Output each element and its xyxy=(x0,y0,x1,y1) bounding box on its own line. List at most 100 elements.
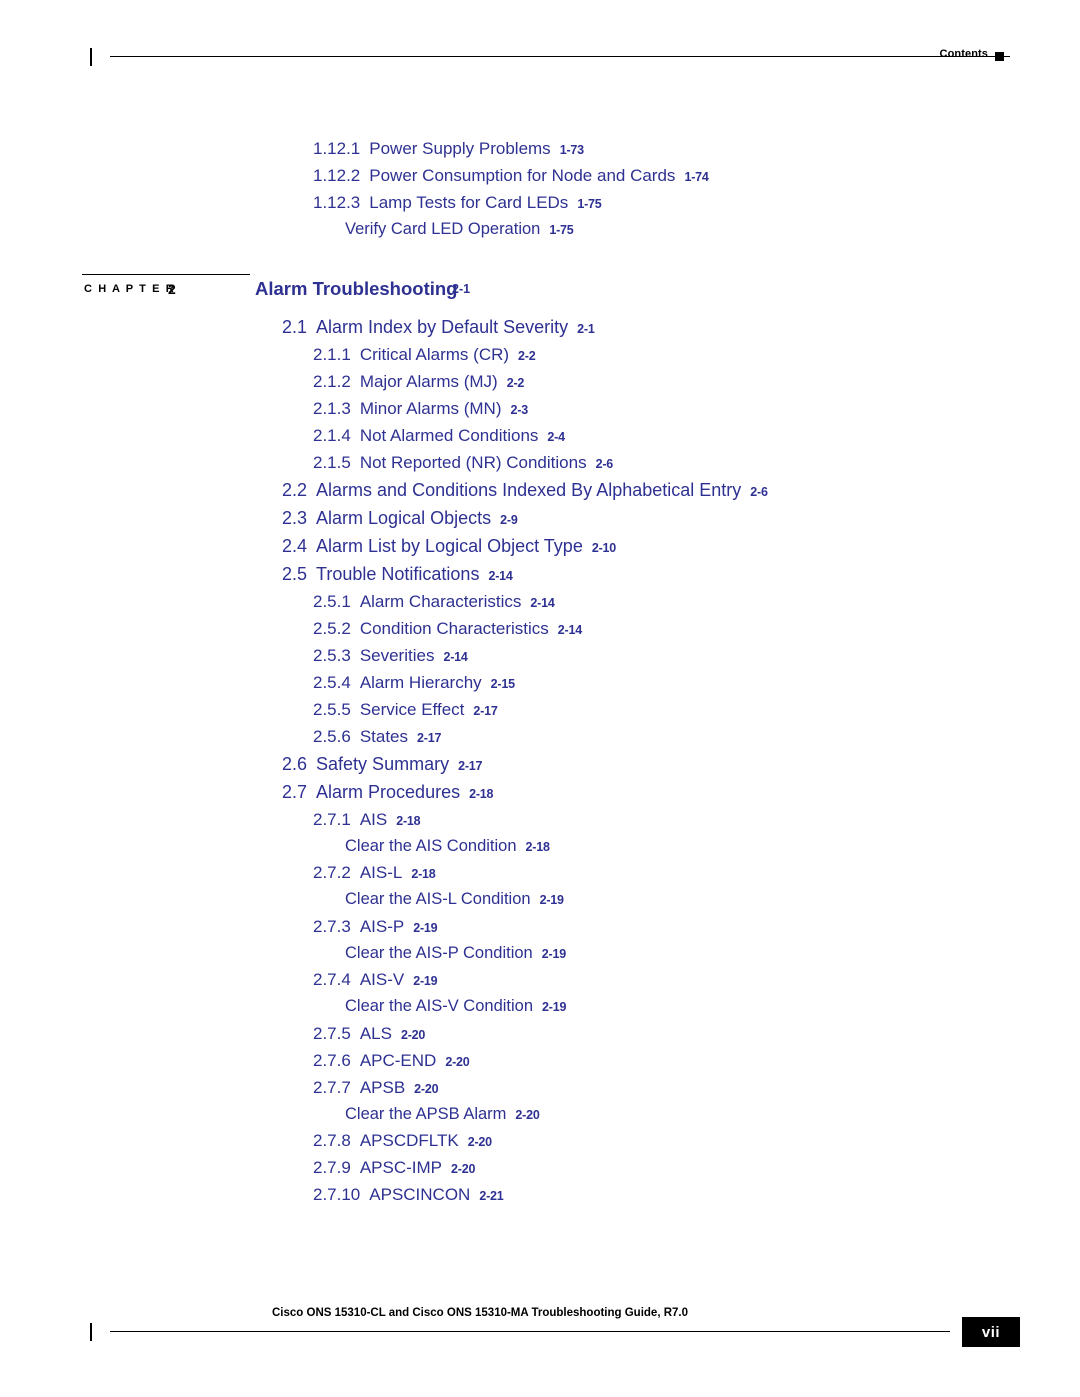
toc-entry[interactable]: 2.7.4 AIS-V 2-19 xyxy=(0,971,1080,988)
toc-entry[interactable]: 2.7.8 APSCDFLTK 2-20 xyxy=(0,1132,1080,1149)
toc-entry[interactable]: 2.1.4 Not Alarmed Conditions 2-4 xyxy=(0,427,1080,444)
toc-entry-title[interactable]: Not Alarmed Conditions xyxy=(360,426,539,445)
toc-entry-title[interactable]: States xyxy=(360,727,408,746)
toc-entry-page: 2-20 xyxy=(445,1054,470,1069)
toc-entry[interactable]: 2.7.9 APSC-IMP 2-20 xyxy=(0,1159,1080,1176)
toc-entry[interactable]: 2.7.2 AIS-L 2-18 xyxy=(0,864,1080,881)
toc-entry-title[interactable]: AIS xyxy=(360,810,387,829)
toc-entry-number: 2.5.4 xyxy=(313,672,351,692)
toc-entry[interactable]: 1.12.3 Lamp Tests for Card LEDs 1-75 xyxy=(0,194,1080,211)
footer-document-title: Cisco ONS 15310-CL and Cisco ONS 15310-M… xyxy=(271,1307,689,1319)
toc-entry-title[interactable]: Minor Alarms (MN) xyxy=(360,399,502,418)
toc-entry[interactable]: 2.7.6 APC-END 2-20 xyxy=(0,1052,1080,1069)
toc-entry-title[interactable]: AIS-L xyxy=(360,863,403,882)
toc-entry-number: 2.1.2 xyxy=(313,371,351,391)
footer-page-number: vii xyxy=(962,1317,1020,1347)
toc-entry[interactable]: 2.1.2 Major Alarms (MJ) 2-2 xyxy=(0,373,1080,390)
toc-entry-title[interactable]: Safety Summary xyxy=(316,754,449,774)
toc-entry[interactable]: 2.3 Alarm Logical Objects 2-9 xyxy=(0,509,1080,527)
toc-entry-title[interactable]: Alarm Logical Objects xyxy=(316,508,491,528)
toc-entry[interactable]: Clear the AIS-L Condition 2-19 xyxy=(0,891,1080,908)
toc-entry-title[interactable]: Clear the AIS-P Condition xyxy=(345,944,533,962)
chapter-title-link[interactable]: Alarm Troubleshooting xyxy=(255,278,457,300)
toc-entry[interactable]: 2.6 Safety Summary 2-17 xyxy=(0,755,1080,773)
toc-entry-title[interactable]: Severities xyxy=(360,646,435,665)
toc-entry[interactable]: 1.12.1 Power Supply Problems 1-73 xyxy=(0,140,1080,157)
table-of-contents: 1.12.1 Power Supply Problems 1-73 1.12.2 Pow… xyxy=(0,140,1080,1213)
toc-entry-title[interactable]: AIS-V xyxy=(360,970,404,989)
toc-entry[interactable]: Clear the APSB Alarm 2-20 xyxy=(0,1105,1080,1123)
toc-entry-number: 2.3 xyxy=(282,507,308,528)
toc-entry[interactable]: 2.7.3 AIS-P 2-19 xyxy=(0,918,1080,935)
toc-entry-title[interactable]: Verify Card LED Operation xyxy=(345,220,540,238)
toc-entry-title[interactable]: Alarm Hierarchy xyxy=(360,673,482,692)
toc-entry[interactable]: Clear the AIS-P Condition 2-19 xyxy=(0,944,1080,962)
toc-entry[interactable]: 1.12.2 Power Consumption for Node and Car… xyxy=(0,167,1080,184)
toc-entries-chapter-2: 2.1 Alarm Index by Default Severity 2-1 2.1… xyxy=(0,318,1080,1204)
toc-entry[interactable]: 2.5.1 Alarm Characteristics 2-14 xyxy=(0,593,1080,610)
toc-entry-title[interactable]: APSCINCON xyxy=(369,1185,470,1204)
toc-entry-title[interactable]: Lamp Tests for Card LEDs xyxy=(369,193,568,212)
toc-entry-title[interactable]: Clear the APSB Alarm xyxy=(345,1105,506,1123)
toc-entry-title[interactable]: Power Consumption for Node and Cards xyxy=(369,166,675,185)
toc-entry[interactable]: 2.7 Alarm Procedures 2-18 xyxy=(0,783,1080,801)
toc-entry-title[interactable]: Clear the AIS-V Condition xyxy=(345,997,533,1015)
toc-entry-title[interactable]: Service Effect xyxy=(360,700,465,719)
toc-entry[interactable]: 2.2 Alarms and Conditions Indexed By Alph… xyxy=(0,481,1080,499)
toc-entry-number: 2.7.3 xyxy=(313,916,351,936)
toc-entry-title[interactable]: Condition Characteristics xyxy=(360,619,549,638)
toc-entry[interactable]: 2.1.1 Critical Alarms (CR) 2-2 xyxy=(0,346,1080,363)
toc-entry-number: 2.5.6 xyxy=(313,726,351,746)
toc-entry[interactable]: Clear the AIS-V Condition 2-19 xyxy=(0,998,1080,1015)
toc-entry[interactable]: 2.5.6 States 2-17 xyxy=(0,728,1080,745)
toc-entry-page: 2-18 xyxy=(411,867,436,881)
toc-entry-title[interactable]: Clear the AIS Condition xyxy=(345,837,517,855)
toc-entry[interactable]: 2.1.5 Not Reported (NR) Conditions 2-6 xyxy=(0,454,1080,471)
toc-entry[interactable]: 2.7.7 APSB 2-20 xyxy=(0,1079,1080,1096)
toc-entry[interactable]: 2.7.10 APSCINCON 2-21 xyxy=(0,1186,1080,1203)
toc-entry-title[interactable]: Alarm List by Logical Object Type xyxy=(316,536,583,556)
toc-entry-title[interactable]: Trouble Notifications xyxy=(316,564,479,584)
toc-entry-title[interactable]: AIS-P xyxy=(360,917,404,936)
toc-entry[interactable]: 2.5.2 Condition Characteristics 2-14 xyxy=(0,620,1080,637)
toc-entry-title[interactable]: APSC-IMP xyxy=(360,1158,442,1177)
toc-entry[interactable]: 2.4 Alarm List by Logical Object Type 2-10 xyxy=(0,537,1080,555)
toc-entry-page: 2-14 xyxy=(488,568,513,583)
toc-entry-number: 2.1.5 xyxy=(313,452,351,472)
toc-entry-page: 2-18 xyxy=(469,786,494,801)
toc-entry[interactable]: 2.5 Trouble Notifications 2-14 xyxy=(0,565,1080,583)
toc-entry-title[interactable]: APC-END xyxy=(360,1051,437,1070)
toc-entry-number: 2.4 xyxy=(282,535,308,556)
toc-entry-title[interactable]: Alarm Characteristics xyxy=(360,592,522,611)
toc-entry-title[interactable]: Not Reported (NR) Conditions xyxy=(360,453,587,472)
header-square-bullet-icon xyxy=(995,52,1004,61)
toc-entry-number: 2.5.3 xyxy=(313,645,351,665)
toc-entry-title[interactable]: Critical Alarms (CR) xyxy=(360,345,509,364)
toc-entry[interactable]: 2.5.3 Severities 2-14 xyxy=(0,647,1080,664)
toc-entry[interactable]: 2.1.3 Minor Alarms (MN) 2-3 xyxy=(0,400,1080,417)
toc-entry-title[interactable]: APSCDFLTK xyxy=(360,1131,459,1150)
toc-entry-number: 2.1.4 xyxy=(313,425,351,445)
toc-entry-title[interactable]: Alarm Procedures xyxy=(316,782,460,802)
toc-entry-title[interactable]: Alarm Index by Default Severity xyxy=(316,317,568,337)
toc-entry-title[interactable]: APSB xyxy=(360,1078,405,1097)
page-header: Contents xyxy=(0,40,1080,80)
toc-entry[interactable]: 2.1 Alarm Index by Default Severity 2-1 xyxy=(0,318,1080,336)
header-section-label: Contents xyxy=(939,48,988,60)
toc-entry[interactable]: Clear the AIS Condition 2-18 xyxy=(0,837,1080,855)
toc-entry[interactable]: 2.7.5 ALS 2-20 xyxy=(0,1025,1080,1042)
toc-entry[interactable]: 2.5.4 Alarm Hierarchy 2-15 xyxy=(0,674,1080,691)
toc-entry-title[interactable]: Clear the AIS-L Condition xyxy=(345,890,531,908)
toc-entry[interactable]: 2.7.1 AIS 2-18 xyxy=(0,811,1080,828)
toc-entry[interactable]: 2.5.5 Service Effect 2-17 xyxy=(0,701,1080,718)
footer-divider xyxy=(110,1331,950,1332)
toc-entry-title[interactable]: Major Alarms (MJ) xyxy=(360,372,498,391)
toc-entry-page: 2-10 xyxy=(591,540,617,555)
toc-entry-page: 2-19 xyxy=(413,974,438,988)
toc-entry[interactable]: Verify Card LED Operation 1-75 xyxy=(0,221,1080,238)
toc-entry-number: 2.5.2 xyxy=(313,618,351,638)
toc-entry-title[interactable]: Power Supply Problems xyxy=(369,139,550,158)
toc-entry-title[interactable]: ALS xyxy=(360,1024,392,1043)
toc-entry-number: 2.7.7 xyxy=(313,1077,351,1097)
toc-entry-title[interactable]: Alarms and Conditions Indexed By Alphabe… xyxy=(316,480,741,500)
